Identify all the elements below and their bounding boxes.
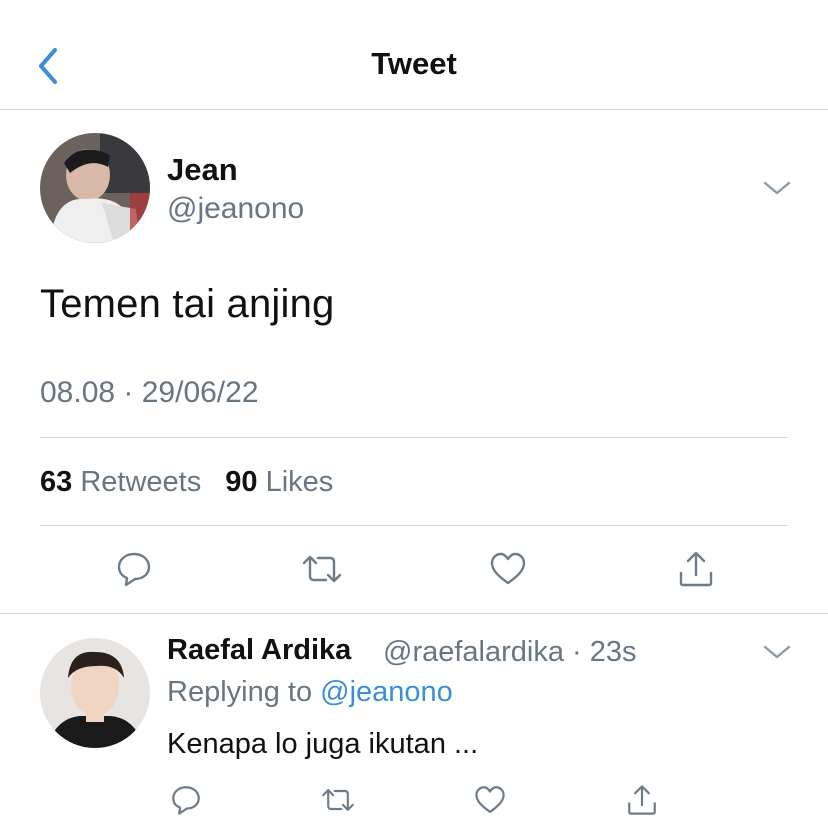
like-icon: [490, 552, 526, 585]
author-name[interactable]: Jean: [167, 152, 238, 188]
reply-text: Kenapa lo juga ikutan ...: [167, 728, 479, 760]
share-icon: [679, 551, 713, 587]
tweet-text: Temen tai anjing: [40, 282, 335, 326]
share-icon: [628, 785, 656, 815]
reply-avatar[interactable]: [40, 638, 150, 748]
top-bar: Tweet: [0, 0, 828, 110]
likes-label[interactable]: Likes: [266, 466, 334, 498]
like-icon: [475, 786, 505, 814]
retweet-icon: [302, 555, 342, 583]
reply-icon: [172, 786, 200, 815]
reply-icon: [117, 552, 151, 587]
likes-count[interactable]: 90: [225, 466, 257, 498]
like-button[interactable]: [480, 541, 536, 597]
avatar[interactable]: [40, 133, 150, 243]
mention-link[interactable]: @jeanono: [320, 676, 453, 708]
tweet-options-button[interactable]: [762, 178, 792, 198]
reply-retweet-button[interactable]: [310, 772, 366, 828]
reply-author-name[interactable]: Raefal Ardika: [167, 634, 351, 667]
replying-to: Replying to @jeanono: [167, 676, 453, 709]
reply-button[interactable]: [106, 541, 162, 597]
chevron-down-icon: [763, 181, 791, 195]
retweet-button[interactable]: [294, 541, 350, 597]
author-handle[interactable]: @jeanono: [167, 192, 304, 226]
chevron-down-icon: [763, 645, 791, 659]
divider: [40, 437, 788, 438]
share-button[interactable]: [668, 541, 724, 597]
replying-prefix: Replying to: [167, 676, 313, 708]
reply-share-button[interactable]: [614, 772, 670, 828]
reply-reply-button[interactable]: [158, 772, 214, 828]
retweets-count[interactable]: 63: [40, 466, 72, 498]
retweets-label[interactable]: Retweets: [80, 466, 201, 498]
divider: [40, 525, 788, 526]
reply-like-button[interactable]: [462, 772, 518, 828]
page-title: Tweet: [371, 46, 457, 81]
tweet-stats: 63 Retweets 90 Likes: [40, 466, 333, 499]
reply-options-button[interactable]: [762, 642, 792, 662]
tweet-timestamp: 08.08 · 29/06/22: [40, 376, 259, 409]
retweet-icon: [322, 789, 354, 811]
reply-author-handle[interactable]: @raefalardika · 23s: [383, 636, 637, 669]
divider: [0, 613, 828, 614]
